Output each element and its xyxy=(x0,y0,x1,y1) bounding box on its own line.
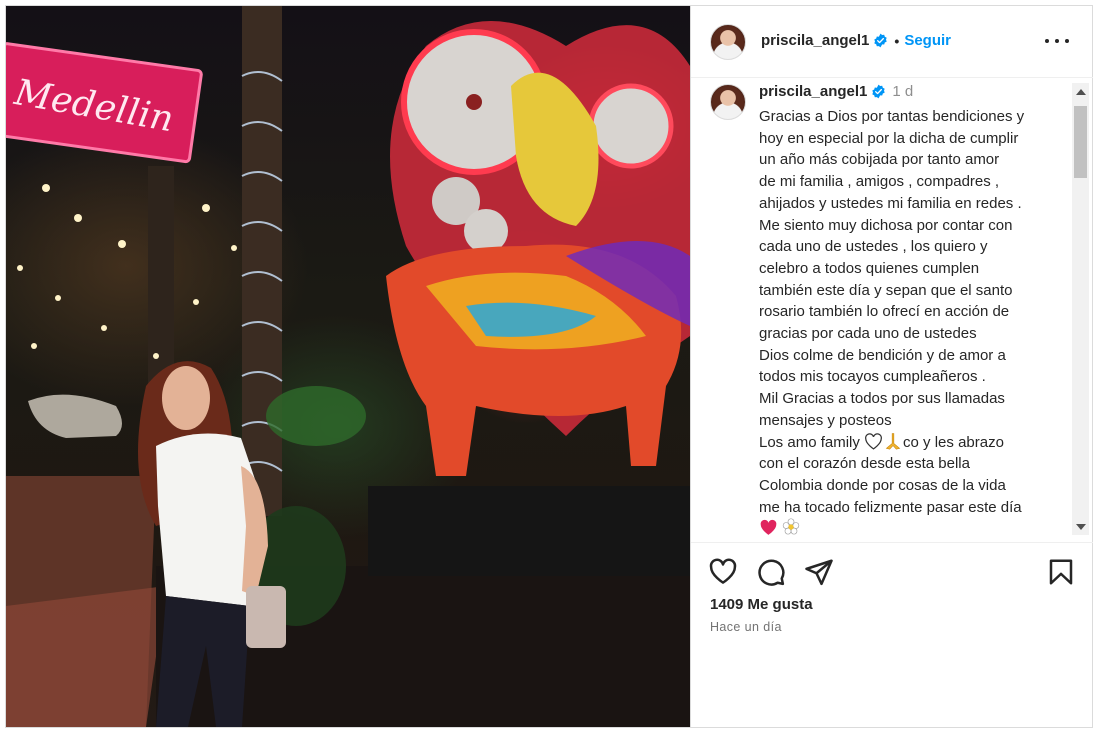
scroll-up-icon[interactable] xyxy=(1072,83,1089,100)
scroll-down-icon[interactable] xyxy=(1072,518,1089,535)
caption-line: un año más cobijada por tanto amor xyxy=(759,151,1000,169)
caption-line: todos mis tocayos cumpleañeros . xyxy=(759,368,986,386)
post-dialog: Medellin priscila_angel1 • Seguir prisci… xyxy=(5,5,1093,728)
comment-icon[interactable] xyxy=(756,557,786,587)
caption-line: gracias por cada uno de ustedes xyxy=(759,325,977,343)
caption-line: con el corazón desde esta bella xyxy=(759,455,970,473)
caption-line: Me siento muy dichosa por contar con xyxy=(759,216,1013,234)
scroll-thumb[interactable] xyxy=(1074,106,1087,178)
comments-area[interactable]: priscila_angel1 1 d Gracias a Dios por t… xyxy=(691,79,1093,541)
caption-line: Gracias a Dios por tantas bendiciones y xyxy=(759,108,1025,125)
caption-line: de mi familia , amigos , compadres , xyxy=(759,173,1000,191)
white-heart-icon xyxy=(865,432,882,450)
caption-line: celebro a todos quienes cumplen xyxy=(759,259,980,277)
caption-line-prefix: Los amo family xyxy=(759,433,860,451)
post-timestamp[interactable]: Hace un día xyxy=(710,620,782,634)
caption-time[interactable]: 1 d xyxy=(892,83,913,100)
author-avatar[interactable] xyxy=(710,24,746,60)
caption-line-suffix: co y les abrazo xyxy=(903,433,1004,451)
caption-line: ahijados y ustedes mi familia en redes . xyxy=(759,194,1022,212)
post-photo[interactable]: Medellin xyxy=(6,6,690,727)
caption-line: me ha tocado felizmente pasar este día xyxy=(759,498,1022,516)
caption-line: cada uno de ustedes , los quiero y xyxy=(759,238,988,256)
caption-username[interactable]: priscila_angel1 xyxy=(759,83,867,100)
caption-line: Mil Gracias a todos por sus llamadas xyxy=(759,390,1005,408)
post-actions xyxy=(691,542,1093,602)
caption-avatar[interactable] xyxy=(710,84,746,120)
photo-scene: Medellin xyxy=(6,6,690,727)
flower-icon xyxy=(782,518,800,535)
header-separator: • xyxy=(894,32,900,49)
caption-text: Gracias a Dios por tantas bendiciones y … xyxy=(759,106,1059,540)
likes-count[interactable]: 1409 Me gusta xyxy=(710,596,813,613)
more-options-icon[interactable] xyxy=(1045,32,1069,50)
caption-line: también este día y sepan que el santo xyxy=(759,281,1013,299)
heart-icon[interactable] xyxy=(708,557,738,587)
bookmark-icon[interactable] xyxy=(1046,557,1076,587)
comments-scrollbar[interactable] xyxy=(1072,83,1089,535)
caption-line: Colombia donde por cosas de la vida xyxy=(759,476,1006,494)
caption-emoji-line xyxy=(759,518,1059,540)
caption-line: mensajes y posteos xyxy=(759,411,892,429)
author-username[interactable]: priscila_angel1 xyxy=(761,32,869,49)
post-sidebar: priscila_angel1 • Seguir priscila_angel1… xyxy=(690,6,1093,727)
red-heart-icon xyxy=(760,520,777,536)
caption-line: Dios colme de bendición y de amor a xyxy=(759,346,1006,364)
verified-badge-icon xyxy=(874,33,888,48)
share-icon[interactable] xyxy=(804,557,834,587)
follow-button[interactable]: Seguir xyxy=(904,32,951,49)
caption-line: hoy en especial por la dicha de cumplir xyxy=(759,129,1019,147)
folded-hands-icon xyxy=(885,432,901,450)
caption-line-family: Los amo family co y les abrazo xyxy=(759,432,1059,454)
caption-line: rosario también lo ofrecí en acción de xyxy=(759,303,1010,321)
post-header: priscila_angel1 • Seguir xyxy=(691,6,1093,78)
verified-badge-icon xyxy=(872,84,886,99)
